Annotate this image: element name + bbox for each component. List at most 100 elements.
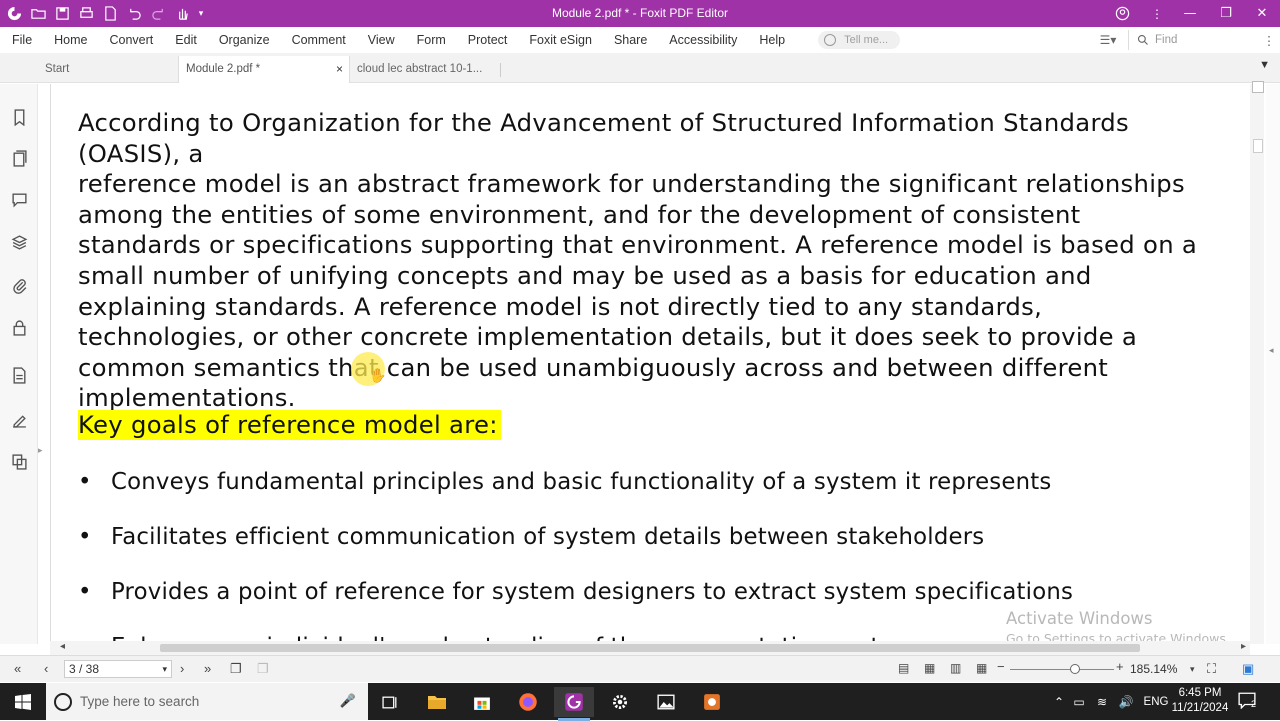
zoom-dropdown-icon[interactable]: ▾	[1190, 664, 1195, 675]
document-view[interactable]: According to Organization for the Advanc…	[50, 84, 1250, 644]
settings-gear-icon[interactable]	[600, 687, 640, 717]
signature-icon[interactable]	[10, 410, 28, 428]
media-app-icon[interactable]	[692, 687, 732, 717]
taskbar-search[interactable]: Type here to search 🎤	[46, 683, 368, 720]
pdf-page: According to Organization for the Advanc…	[51, 84, 1241, 644]
search-icon	[1137, 34, 1148, 45]
customize-toolbar-icon[interactable]: ▾	[196, 4, 206, 24]
photos-icon[interactable]	[646, 687, 686, 717]
task-view-icon[interactable]	[370, 687, 410, 717]
tell-me-search[interactable]: Tell me...	[818, 31, 901, 49]
horizontal-scroll-thumb[interactable]	[160, 644, 1140, 652]
read-mode-icon[interactable]: ▣	[1242, 661, 1254, 677]
firefox-icon[interactable]	[508, 687, 548, 717]
first-page-icon[interactable]: «	[14, 661, 21, 676]
menu-home[interactable]: Home	[43, 27, 98, 53]
redo-icon[interactable]	[148, 4, 168, 24]
new-document-icon[interactable]	[100, 4, 120, 24]
ribbon-display-icon[interactable]: ☰▾	[1088, 33, 1128, 47]
vertical-scrollbar[interactable]	[1250, 81, 1264, 644]
minimize-button[interactable]: —	[1172, 0, 1208, 27]
account-icon[interactable]	[1102, 0, 1142, 27]
page-number-field[interactable]: 3 / 38 ▾	[64, 660, 172, 678]
security-lock-icon[interactable]	[10, 318, 28, 336]
next-page-icon[interactable]: ›	[180, 661, 184, 676]
menu-help[interactable]: Help	[748, 27, 796, 53]
facing-view-icon[interactable]: ▥	[950, 661, 961, 675]
foxit-pdf-editor-taskbar-icon[interactable]	[554, 687, 594, 721]
zoom-in-icon[interactable]: +	[1116, 659, 1124, 674]
tab-divider	[500, 63, 501, 77]
hand-tool-icon[interactable]	[172, 4, 192, 24]
comments-icon[interactable]	[10, 190, 28, 208]
undo-icon[interactable]	[124, 4, 144, 24]
vertical-scroll-thumb[interactable]	[1253, 139, 1263, 153]
wifi-icon[interactable]: ≋	[1090, 695, 1114, 709]
right-panel-edge: ◂	[1266, 84, 1280, 644]
taskbar-clock[interactable]: 6:45 PM 11/21/2024	[1170, 686, 1230, 716]
menu-accessibility[interactable]: Accessibility	[658, 27, 748, 53]
bookmark-icon[interactable]	[10, 108, 28, 126]
foxit-logo-icon	[4, 4, 24, 24]
continuous-facing-view-icon[interactable]: ▦	[976, 661, 987, 675]
layers-icon[interactable]	[10, 233, 28, 251]
language-indicator[interactable]: ENG	[1138, 696, 1174, 708]
restore-button[interactable]: ❐	[1208, 0, 1244, 27]
microsoft-store-icon[interactable]	[462, 687, 502, 717]
menu-convert[interactable]: Convert	[99, 27, 165, 53]
tab-start[interactable]: Start	[38, 56, 178, 83]
menu-form[interactable]: Form	[406, 27, 457, 53]
tab-cloud-lec[interactable]: cloud lec abstract 10-1...	[350, 56, 500, 83]
menu-share[interactable]: Share	[603, 27, 658, 53]
page-dropdown-icon[interactable]: ▾	[162, 661, 167, 677]
start-button[interactable]	[0, 683, 46, 720]
zoom-slider-handle[interactable]	[1070, 664, 1080, 674]
tab-list-dropdown-icon[interactable]: ▼	[1259, 59, 1270, 71]
horizontal-scrollbar[interactable]: ◂ ▸	[50, 641, 1250, 655]
battery-icon[interactable]: ▭	[1068, 695, 1090, 709]
pages-thumbnail-icon[interactable]	[10, 149, 28, 167]
zoom-level[interactable]: 185.14%	[1130, 662, 1177, 676]
last-page-icon[interactable]: »	[204, 661, 211, 676]
scroll-right-icon[interactable]: ▸	[1241, 641, 1246, 652]
close-tab-icon[interactable]: ×	[336, 56, 343, 83]
paste-page-icon[interactable]: ❐	[257, 661, 269, 677]
show-hidden-icons[interactable]: ⌃	[1050, 695, 1068, 709]
menu-edit[interactable]: Edit	[164, 27, 208, 53]
menu-comment[interactable]: Comment	[281, 27, 357, 53]
more-options-icon[interactable]: ⋮	[1258, 33, 1280, 48]
options-icon[interactable]: ⋮	[1142, 0, 1172, 27]
tab-module-2[interactable]: Module 2.pdf * ×	[178, 56, 350, 83]
menu-view[interactable]: View	[357, 27, 406, 53]
scroll-top-button[interactable]	[1252, 81, 1264, 93]
open-folder-icon[interactable]	[28, 4, 48, 24]
expand-right-panel-icon[interactable]: ◂	[1269, 346, 1274, 356]
save-icon[interactable]	[52, 4, 72, 24]
fullscreen-icon[interactable]: ⛶	[1207, 661, 1216, 677]
close-window-button[interactable]: ✕	[1244, 0, 1280, 27]
notification-center-icon[interactable]: 2	[1238, 691, 1266, 713]
find-placeholder: Find	[1155, 34, 1178, 46]
previous-page-icon[interactable]: ‹	[44, 661, 48, 676]
volume-icon[interactable]: 🔊	[1114, 695, 1138, 709]
menu-organize[interactable]: Organize	[208, 27, 281, 53]
copy-page-icon[interactable]: ❐	[230, 661, 242, 677]
zoom-out-icon[interactable]: −	[997, 659, 1005, 674]
paragraph-line: common semantics that can be used unambi…	[78, 352, 1109, 382]
find-input[interactable]: Find	[1128, 30, 1258, 50]
activation-watermark: Activate Windows Go to Settings to activ…	[1006, 609, 1230, 644]
content-icon[interactable]	[10, 366, 28, 384]
zoom-slider-track[interactable]	[1010, 669, 1114, 670]
menu-file[interactable]: File	[0, 27, 43, 53]
expand-panel-icon[interactable]: ▸	[38, 446, 43, 456]
attachment-icon[interactable]	[10, 276, 28, 294]
print-icon[interactable]	[76, 4, 96, 24]
file-explorer-icon[interactable]	[417, 687, 457, 717]
menu-protect[interactable]: Protect	[457, 27, 519, 53]
compare-icon[interactable]	[10, 452, 28, 470]
single-page-view-icon[interactable]: ▤	[898, 661, 909, 675]
menu-foxit-esign[interactable]: Foxit eSign	[518, 27, 603, 53]
continuous-view-icon[interactable]: ▦	[924, 661, 935, 675]
scroll-left-icon[interactable]: ◂	[60, 641, 65, 652]
microphone-icon[interactable]: 🎤	[340, 693, 356, 709]
